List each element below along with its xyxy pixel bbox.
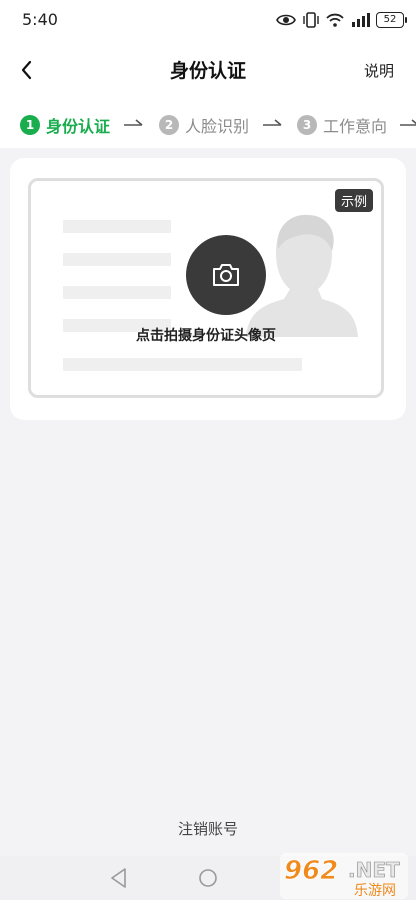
arrow-right-icon — [400, 119, 416, 126]
step-1-label: 身份认证 — [46, 117, 111, 136]
back-triangle-icon[interactable] — [108, 866, 130, 890]
status-time: 5:40 — [22, 10, 58, 29]
step-3-label: 工作意向 — [323, 117, 388, 136]
chevron-left-icon[interactable] — [14, 56, 42, 84]
placeholder-line — [63, 253, 171, 266]
id-card-capture-area[interactable]: 示例 点击拍摄身份证头像页 — [28, 178, 384, 398]
arrow-right-icon — [263, 119, 282, 126]
step-2-number: 2 — [159, 115, 179, 135]
status-icons: 52 — [276, 8, 407, 32]
home-circle-icon[interactable] — [196, 866, 220, 890]
battery-indicator: 52 — [376, 12, 407, 28]
camera-icon — [213, 264, 239, 286]
vibrate-icon — [303, 12, 319, 28]
watermark-number: 962 — [284, 856, 338, 886]
camera-button[interactable] — [186, 235, 266, 315]
step-2: 2 人脸识别 — [159, 113, 249, 137]
watermark-suffix: .NET — [348, 858, 400, 882]
site-watermark-logo: 962 .NET 乐游网 — [280, 853, 408, 899]
capture-prompt: 点击拍摄身份证头像页 — [136, 328, 276, 344]
eye-icon — [276, 14, 296, 26]
arrow-right-icon — [124, 119, 143, 126]
watermark-site: 乐游网 — [354, 883, 396, 899]
placeholder-line — [63, 286, 171, 299]
step-indicator: 1 身份认证 2 人脸识别 3 工作意向 — [0, 100, 416, 148]
nav-bar: 身份认证 说明 — [0, 40, 416, 100]
step-3-number: 3 — [297, 115, 317, 135]
step-3: 3 工作意向 — [297, 113, 387, 137]
page-title: 身份认证 — [169, 60, 246, 82]
id-capture-card: 示例 点击拍摄身份证头像页 — [10, 158, 406, 420]
cancel-account-link[interactable]: 注销账号 — [0, 818, 416, 839]
wifi-icon — [326, 13, 344, 27]
placeholder-line — [63, 358, 302, 371]
step-1: 1 身份认证 — [20, 113, 110, 137]
help-link[interactable]: 说明 — [364, 60, 394, 81]
placeholder-line — [63, 220, 171, 233]
status-bar: 5:40 52 — [0, 0, 416, 40]
step-1-number: 1 — [20, 115, 40, 135]
step-2-label: 人脸识别 — [185, 117, 250, 136]
signal-icon — [352, 13, 370, 27]
